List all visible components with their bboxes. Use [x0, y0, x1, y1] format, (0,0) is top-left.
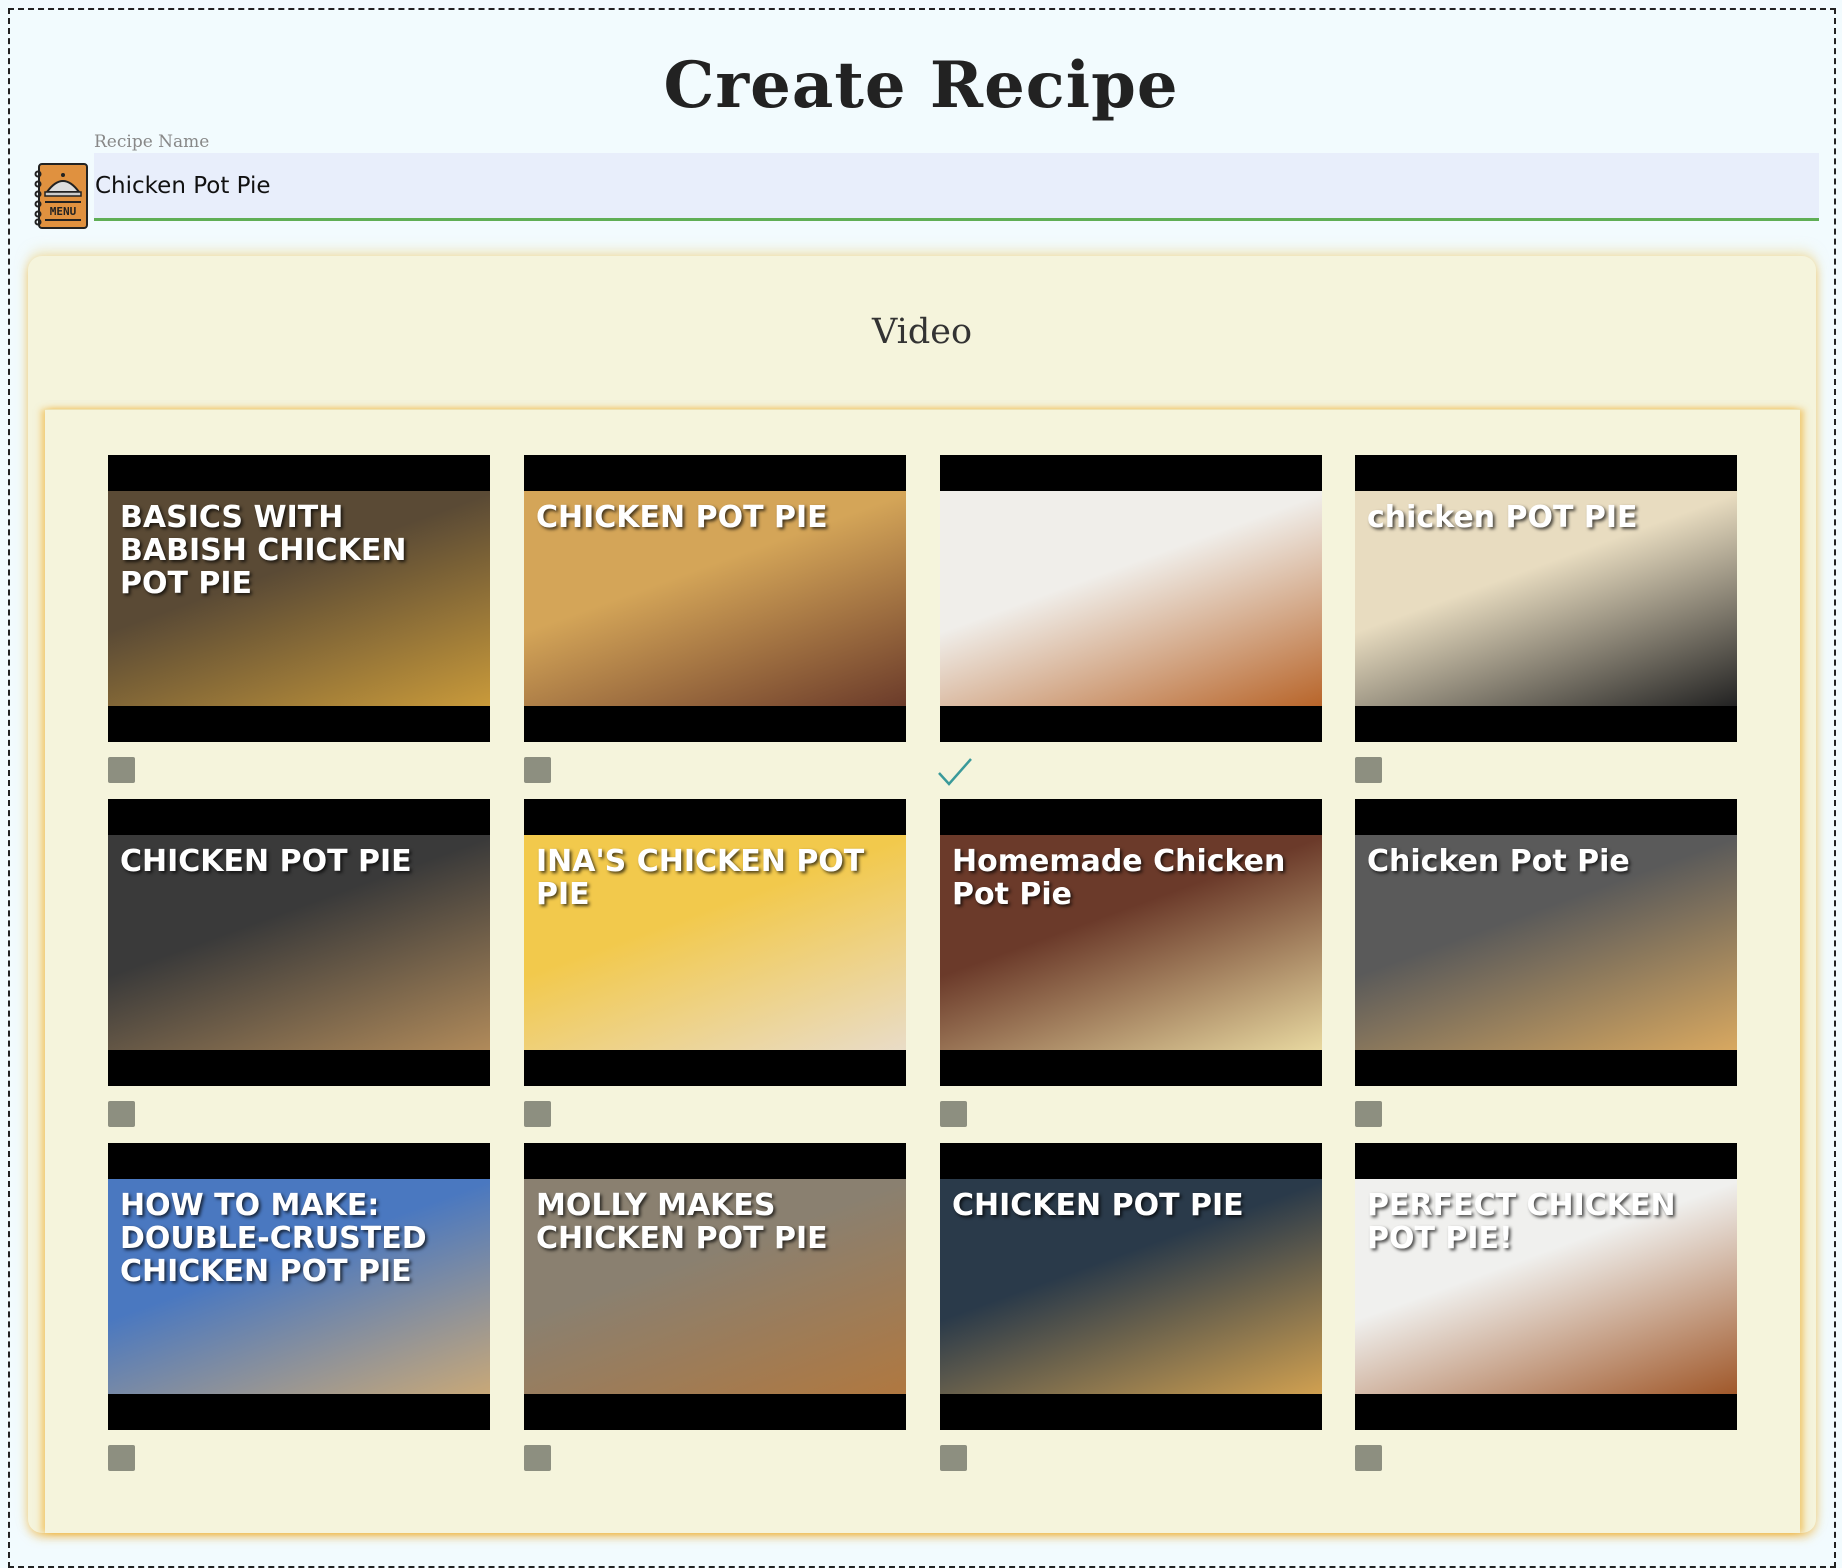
video-thumbnail[interactable] [940, 455, 1322, 742]
video-select-checkbox[interactable] [108, 1445, 135, 1471]
video-select-checkbox[interactable] [1355, 1445, 1382, 1471]
svg-text:MENU: MENU [50, 205, 77, 218]
video-select-checkbox[interactable] [524, 1101, 551, 1127]
video-thumbnail[interactable]: BASICS WITH BABISH CHICKEN POT PIE [108, 455, 490, 742]
thumbnail-image: BASICS WITH BABISH CHICKEN POT PIE [108, 491, 490, 706]
recipe-name-label: Recipe Name [94, 132, 210, 152]
thumbnail-image: chicken POT PIE [1355, 491, 1737, 706]
thumbnail-image: MOLLY MAKES CHICKEN POT PIE [524, 1179, 906, 1394]
thumbnail-image [940, 491, 1322, 706]
thumbnail-image: CHICKEN POT PIE [940, 1179, 1322, 1394]
thumbnail-title: CHICKEN POT PIE [536, 500, 828, 535]
thumbnail-image: Homemade Chicken Pot Pie [940, 835, 1322, 1050]
video-select-checkbox[interactable] [940, 1101, 967, 1127]
video-section-title: Video [871, 312, 973, 352]
thumbnail-image: CHICKEN POT PIE [108, 835, 490, 1050]
video-thumbnail[interactable]: CHICKEN POT PIE [524, 455, 906, 742]
recipe-name-input[interactable]: Chicken Pot Pie [94, 153, 1819, 221]
thumbnail-image: PERFECT CHICKEN POT PIE! [1355, 1179, 1737, 1394]
video-thumbnail[interactable]: HOW TO MAKE: DOUBLE-CRUSTED CHICKEN POT … [108, 1143, 490, 1430]
thumbnail-title: INA'S CHICKEN POT PIE [536, 844, 865, 912]
thumbnail-title: BASICS WITH BABISH CHICKEN POT PIE [120, 500, 407, 601]
menu-book-icon: MENU [34, 163, 88, 229]
video-select-checkbox[interactable] [524, 1445, 551, 1471]
video-select-checkbox[interactable] [1355, 757, 1382, 783]
video-select-checkbox[interactable] [524, 757, 551, 783]
thumbnail-image: HOW TO MAKE: DOUBLE-CRUSTED CHICKEN POT … [108, 1179, 490, 1394]
video-thumbnail[interactable]: Homemade Chicken Pot Pie [940, 799, 1322, 1086]
thumbnail-image: Chicken Pot Pie [1355, 835, 1737, 1050]
video-thumbnail[interactable]: PERFECT CHICKEN POT PIE! [1355, 1143, 1737, 1430]
thumbnail-title: Homemade Chicken Pot Pie [952, 844, 1286, 912]
video-select-checkbox[interactable] [108, 1101, 135, 1127]
thumbnail-title: PERFECT CHICKEN POT PIE! [1367, 1188, 1676, 1256]
video-card: Video BASICS WITH BABISH CHICKEN POT PIE… [28, 256, 1816, 1533]
video-thumbnail[interactable]: CHICKEN POT PIE [108, 799, 490, 1086]
thumbnail-title: CHICKEN POT PIE [120, 844, 412, 879]
video-select-checkbox[interactable] [1355, 1101, 1382, 1127]
thumbnail-image: INA'S CHICKEN POT PIE [524, 835, 906, 1050]
video-thumbnail[interactable]: CHICKEN POT PIE [940, 1143, 1322, 1430]
selected-check-icon[interactable] [937, 757, 973, 787]
thumbnail-title: chicken POT PIE [1367, 500, 1638, 535]
video-grid: BASICS WITH BABISH CHICKEN POT PIE CHICKE… [45, 409, 1800, 1533]
thumbnail-title: MOLLY MAKES CHICKEN POT PIE [536, 1188, 828, 1256]
video-thumbnail[interactable]: chicken POT PIE [1355, 455, 1737, 742]
video-thumbnail[interactable]: MOLLY MAKES CHICKEN POT PIE [524, 1143, 906, 1430]
video-select-checkbox[interactable] [940, 1445, 967, 1471]
video-thumbnail[interactable]: Chicken Pot Pie [1355, 799, 1737, 1086]
thumbnail-image: CHICKEN POT PIE [524, 491, 906, 706]
page-title: Create Recipe [663, 48, 1179, 123]
thumbnail-title: Chicken Pot Pie [1367, 844, 1630, 879]
video-thumbnail[interactable]: INA'S CHICKEN POT PIE [524, 799, 906, 1086]
video-select-checkbox[interactable] [108, 757, 135, 783]
thumbnail-title: HOW TO MAKE: DOUBLE-CRUSTED CHICKEN POT … [120, 1188, 427, 1289]
thumbnail-title: CHICKEN POT PIE [952, 1188, 1244, 1223]
